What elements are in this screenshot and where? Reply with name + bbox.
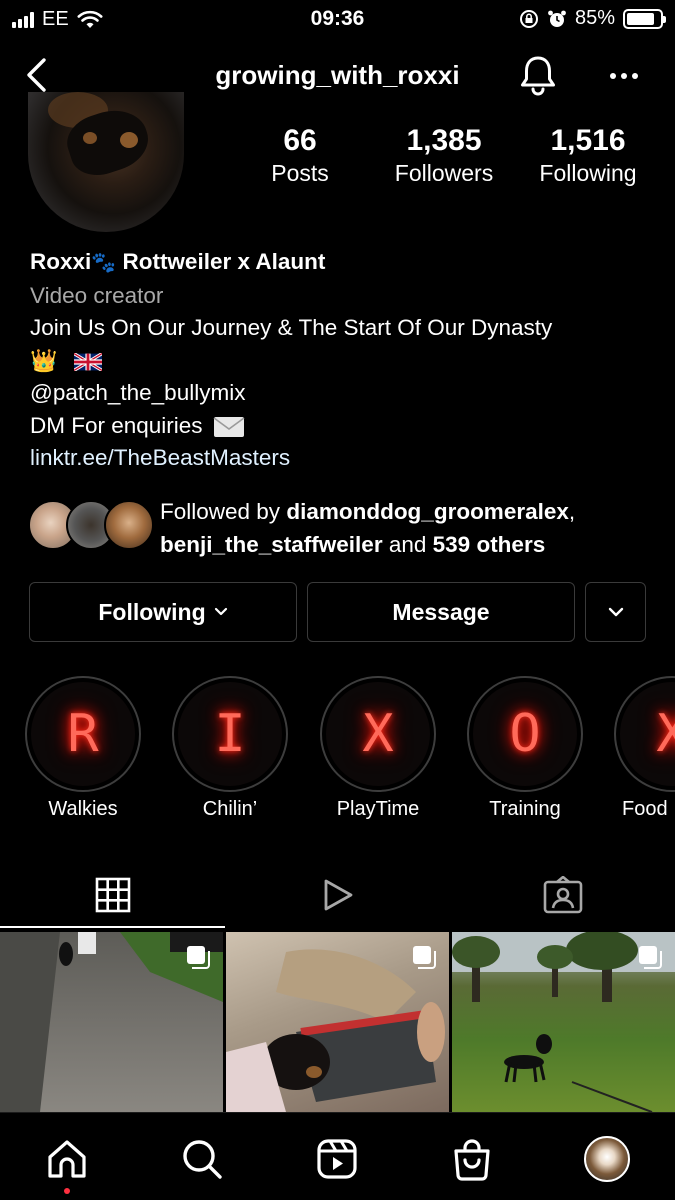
highlight-label: PlayTime xyxy=(336,798,420,820)
highlight-letter: O xyxy=(473,682,577,786)
story-highlight[interactable]: R Walkies xyxy=(25,676,141,821)
bio-line-1: Join Us On Our Journey & The Start Of Ou… xyxy=(30,315,553,340)
search-icon xyxy=(183,1140,222,1179)
following-label: Following xyxy=(539,160,637,186)
chevron-down-icon xyxy=(608,607,623,617)
stat-following[interactable]: 1,516 Following xyxy=(528,124,648,187)
story-highlight[interactable]: O Training xyxy=(467,676,583,821)
posts-grid xyxy=(0,932,675,1112)
followed-by-user2: benji_the_staffweiler xyxy=(160,531,383,557)
battery-icon xyxy=(623,8,666,29)
chevron-down-icon xyxy=(214,607,227,616)
followed-by-user1: diamonddog_groomeralex xyxy=(286,499,569,524)
mutual-followers-avatars[interactable] xyxy=(28,500,154,554)
bell-icon[interactable] xyxy=(518,54,558,96)
followed-by-others: 539 others xyxy=(432,531,546,557)
highlight-letter: R xyxy=(31,682,135,786)
profile-category: Video creator xyxy=(30,282,164,308)
mutual-avatar xyxy=(104,500,154,550)
header-username: growing_with_roxxi xyxy=(215,60,460,90)
following-count: 1,516 xyxy=(550,124,626,157)
nav-search[interactable] xyxy=(178,1135,226,1183)
profile-bio: Roxxi🐾 Rottweiler x Alaunt Video creator… xyxy=(30,246,650,475)
story-highlight[interactable]: X Food xyxy=(614,676,675,821)
grid-icon xyxy=(95,877,130,913)
home-icon xyxy=(48,1140,86,1178)
carousel-icon xyxy=(639,946,662,969)
highlight-cover: R xyxy=(25,676,141,792)
shop-icon xyxy=(454,1139,490,1181)
nav-home[interactable] xyxy=(43,1135,91,1183)
profile-name-suffix: Rottweiler x Alaunt xyxy=(122,249,326,274)
tab-reels[interactable] xyxy=(225,870,450,920)
followed-by-text[interactable]: Followed by diamonddog_groomeralex, benj… xyxy=(160,496,650,561)
reels-icon xyxy=(317,1139,357,1179)
post-thumbnail[interactable] xyxy=(226,932,449,1112)
highlight-label: Food xyxy=(622,798,668,820)
highlight-cover: I xyxy=(172,676,288,792)
highlight-letter: X xyxy=(326,682,430,786)
tab-posts-grid[interactable] xyxy=(0,870,225,920)
highlight-letter: X xyxy=(620,682,675,786)
highlight-cover: X xyxy=(614,676,675,792)
carousel-icon xyxy=(413,946,436,969)
nav-shop[interactable] xyxy=(448,1135,496,1183)
status-bar: EE 09:36 85% xyxy=(0,0,675,38)
stat-followers[interactable]: 1,385 Followers xyxy=(384,124,504,187)
nav-reels[interactable] xyxy=(313,1135,361,1183)
bio-dm-text: DM For enquiries xyxy=(30,412,203,438)
crown-icon: 👑 xyxy=(30,347,58,373)
highlight-label: Walkies xyxy=(48,798,118,820)
suggested-accounts-button[interactable] xyxy=(585,582,646,642)
profile-tabs xyxy=(0,860,675,928)
stat-posts[interactable]: 66 Posts xyxy=(250,124,350,187)
profile-name: Roxxi xyxy=(30,249,92,274)
bio-mention[interactable]: @patch_the_bullymix xyxy=(30,377,650,410)
envelope-icon xyxy=(213,416,245,437)
notification-dot xyxy=(64,1188,70,1194)
following-button-label: Following xyxy=(98,598,206,625)
active-tab-indicator xyxy=(0,926,225,928)
highlight-cover: O xyxy=(467,676,583,792)
followed-by-prefix: Followed by xyxy=(160,499,281,524)
rotation-lock-icon xyxy=(519,9,538,28)
bio-dm-line: DM For enquiries xyxy=(30,410,650,443)
bottom-navigation xyxy=(0,1112,675,1200)
profile-avatar xyxy=(584,1136,630,1182)
followed-by-conj: and xyxy=(388,531,427,557)
carousel-icon xyxy=(187,946,210,969)
bio-emoji-line: 👑 xyxy=(30,345,650,378)
posts-count: 66 xyxy=(283,124,317,157)
tab-tagged[interactable] xyxy=(450,870,675,920)
nav-profile[interactable] xyxy=(583,1135,631,1183)
paw-icon: 🐾 xyxy=(91,252,117,274)
highlight-label: Training xyxy=(489,798,561,820)
followers-count: 1,385 xyxy=(406,124,482,157)
post-thumbnail[interactable] xyxy=(0,932,223,1112)
status-right: 85% xyxy=(519,7,666,30)
story-highlight[interactable]: X PlayTime xyxy=(320,676,436,821)
posts-label: Posts xyxy=(271,160,329,186)
highlight-clip: X Food xyxy=(614,676,675,836)
uk-flag-icon xyxy=(73,352,102,371)
tagged-icon xyxy=(543,876,582,914)
post-thumbnail[interactable] xyxy=(452,932,675,1112)
following-button[interactable]: Following xyxy=(29,582,297,642)
message-button[interactable]: Message xyxy=(307,582,575,642)
battery-level xyxy=(627,12,655,25)
story-highlight[interactable]: I Chilin’ xyxy=(172,676,288,821)
battery-percent: 85% xyxy=(574,7,615,29)
followers-label: Followers xyxy=(394,160,494,186)
highlight-cover: X xyxy=(320,676,436,792)
reels-play-icon xyxy=(324,879,352,911)
highlight-letter: I xyxy=(178,682,282,786)
profile-avatar[interactable] xyxy=(28,92,184,232)
message-button-label: Message xyxy=(392,598,490,625)
bio-link[interactable]: linktr.ee/TheBeastMasters xyxy=(30,442,650,475)
highlight-label: Chilin’ xyxy=(202,798,258,820)
alarm-icon xyxy=(548,10,566,27)
more-horizontal-icon[interactable] xyxy=(606,58,642,94)
bio-name-line: Roxxi🐾 Rottweiler x Alaunt xyxy=(30,246,650,280)
